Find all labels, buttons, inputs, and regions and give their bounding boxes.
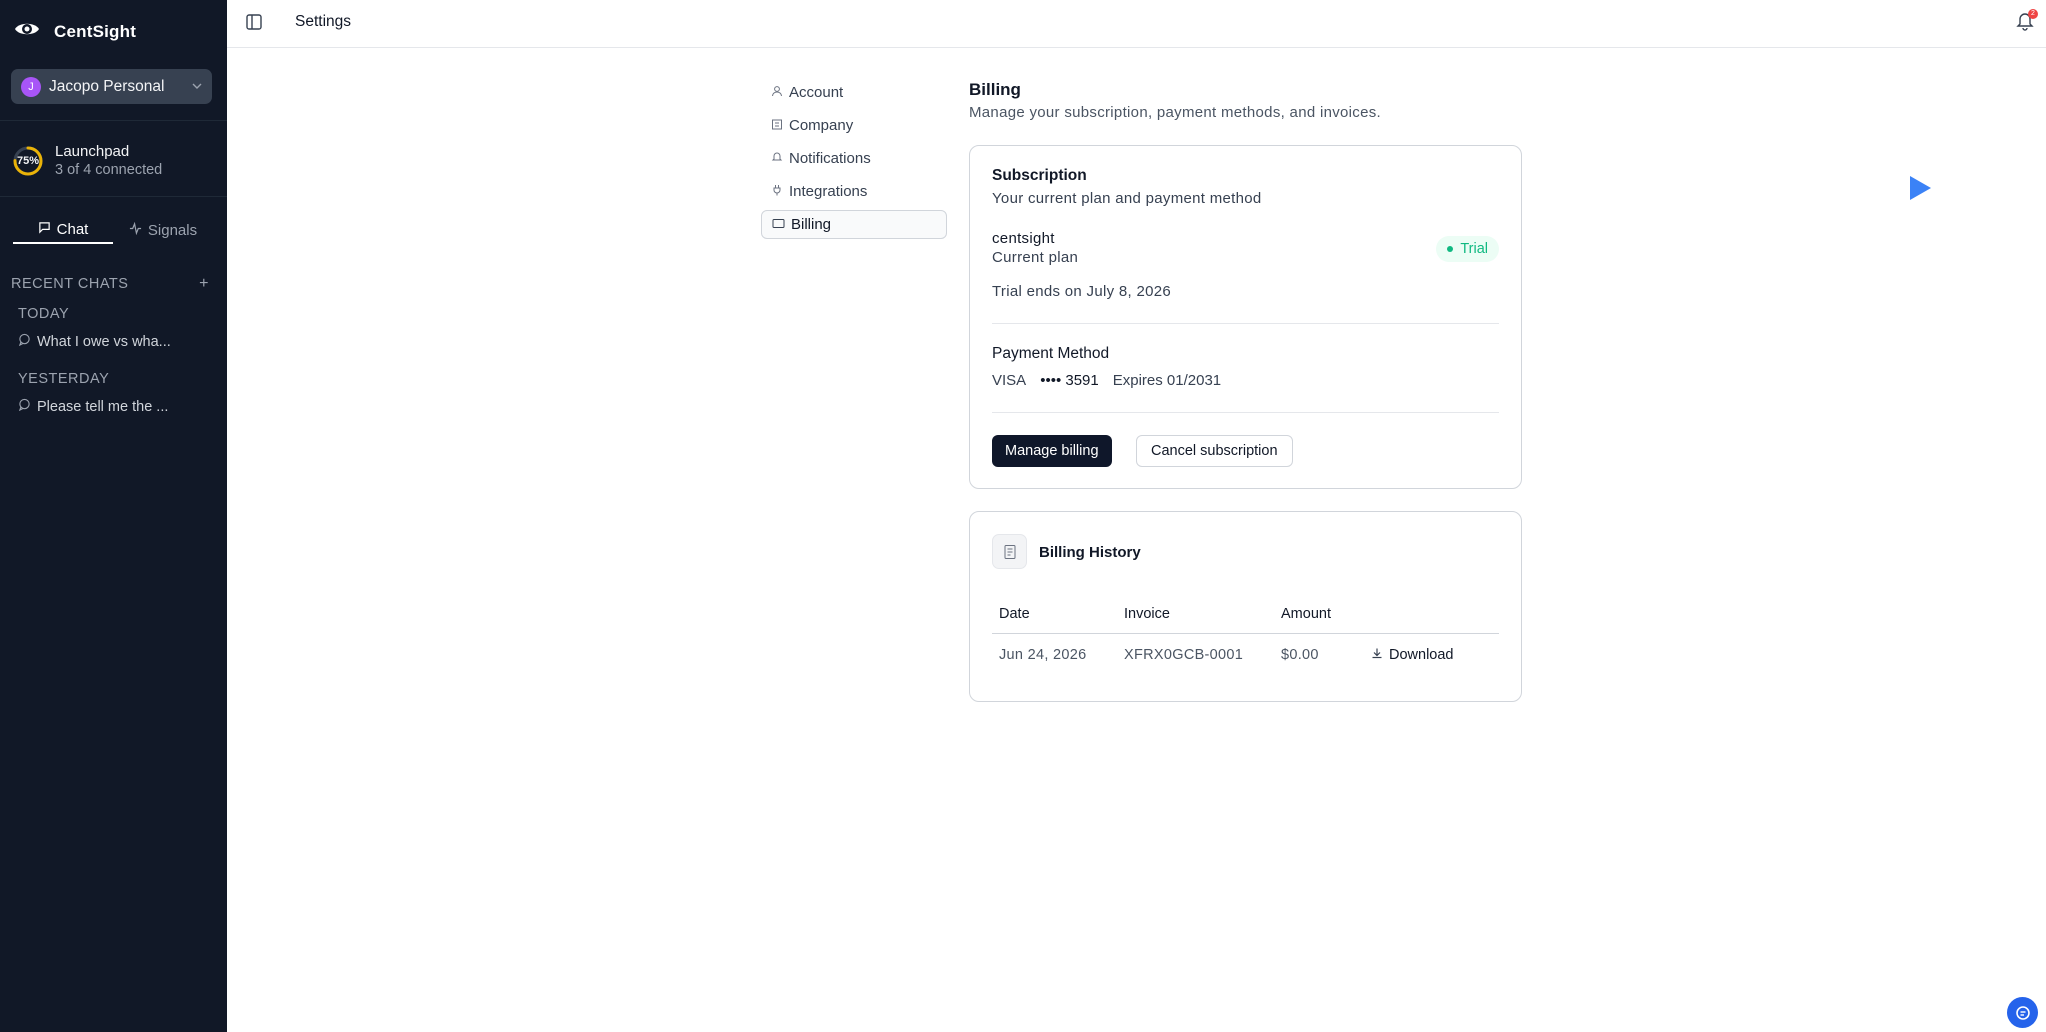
invoice-number: XFRX0GCB-0001 [1124, 647, 1244, 663]
settings-nav-label: Company [789, 117, 854, 134]
sidebar-divider [0, 120, 227, 121]
download-icon [1371, 647, 1383, 663]
settings-nav-label: Notifications [789, 150, 871, 167]
launchpad-progress-ring: 75% [12, 145, 44, 177]
subscription-card: Subscription Your current plan and payme… [969, 145, 1522, 489]
sidebar-divider [0, 196, 227, 197]
new-chat-plus-icon[interactable]: + [199, 275, 209, 293]
cancel-subscription-button[interactable]: Cancel subscription [1136, 435, 1293, 467]
launchpad-subtitle: 3 of 4 connected [55, 162, 163, 178]
settings-nav-label: Integrations [789, 183, 868, 200]
download-label: Download [1389, 647, 1454, 663]
topbar: Settings 2 [227, 0, 2046, 48]
play-icon[interactable] [1907, 174, 1933, 207]
notifications-bell-icon[interactable]: 2 [2016, 9, 2038, 33]
subscription-subtitle: Your current plan and payment method [992, 190, 1262, 207]
chat-group-label: TODAY [18, 306, 70, 322]
recent-chats-label: RECENT CHATS [11, 276, 129, 292]
billing-subtitle: Manage your subscription, payment method… [969, 104, 1382, 121]
tab-chat[interactable]: Chat [13, 216, 113, 244]
manage-billing-button[interactable]: Manage billing [992, 435, 1112, 467]
table-header-divider [992, 633, 1499, 634]
settings-nav-account[interactable]: Account [761, 78, 947, 107]
workspace-switcher[interactable]: J Jacopo Personal [11, 69, 212, 104]
plug-icon [771, 183, 783, 200]
card-brand: VISA [992, 372, 1027, 389]
billing-history-card: Billing History Date Invoice Amount Jun … [969, 511, 1522, 702]
column-header-invoice: Invoice [1124, 606, 1170, 622]
chat-bubble-icon [38, 221, 51, 238]
trial-status-badge: Trial [1436, 236, 1499, 262]
payment-method-row: VISA •••• 3591 Expires 01/2031 [992, 372, 1221, 389]
plan-name: centsight [992, 230, 1055, 247]
card-number-masked: •••• 3591 [1040, 372, 1099, 389]
bell-icon [771, 150, 783, 167]
trial-end-date: Trial ends on July 8, 2026 [992, 283, 1172, 300]
recent-chats-header: RECENT CHATS + [11, 275, 209, 293]
settings-nav-notifications[interactable]: Notifications [761, 144, 947, 173]
trial-badge-label: Trial [1460, 241, 1488, 257]
activity-icon [129, 221, 142, 239]
chevron-down-icon [192, 81, 202, 92]
page-title: Settings [295, 13, 352, 30]
chat-title: What I owe vs wha... [37, 333, 171, 350]
billing-history-title: Billing History [1039, 544, 1141, 561]
settings-nav-integrations[interactable]: Integrations [761, 177, 947, 206]
user-icon [771, 84, 783, 101]
plan-label: Current plan [992, 249, 1079, 266]
tab-signals-label: Signals [147, 221, 198, 239]
chat-title: Please tell me the ... [37, 398, 169, 415]
chat-bubble-icon [18, 398, 31, 415]
download-invoice-link[interactable]: Download [1371, 647, 1454, 663]
column-header-date: Date [999, 606, 1030, 622]
receipt-icon [992, 534, 1027, 569]
launchpad-title: Launchpad [55, 143, 130, 160]
divider [992, 323, 1499, 324]
brand-name: CentSight [54, 21, 137, 41]
brand[interactable]: CentSight [14, 20, 136, 43]
launchpad-percent: 75% [16, 154, 40, 167]
credit-card-icon [772, 216, 785, 233]
settings-nav-billing[interactable]: Billing [761, 210, 947, 239]
chat-group-label: YESTERDAY [18, 371, 110, 387]
launchpad[interactable]: 75% Launchpad 3 of 4 connected [12, 143, 162, 178]
chat-bubble-icon [18, 333, 31, 350]
chat-list-item[interactable]: What I owe vs wha... [18, 333, 188, 350]
invoice-amount: $0.00 [1281, 647, 1319, 663]
sidebar-tabs: Chat Signals [13, 216, 213, 244]
divider [992, 412, 1499, 413]
settings-nav-label: Billing [791, 216, 832, 233]
building-icon [771, 117, 783, 134]
billing-title: Billing [969, 80, 1021, 99]
settings-nav-label: Account [789, 84, 844, 101]
eye-logo-icon [14, 20, 40, 43]
column-header-amount: Amount [1281, 606, 1331, 622]
sidebar: CentSight J Jacopo Personal 75% Launchpa… [0, 0, 227, 1032]
card-expiry: Expires 01/2031 [1112, 372, 1222, 389]
notification-badge: 2 [2028, 9, 2038, 19]
help-chat-icon[interactable] [2007, 997, 2038, 1028]
settings-nav: Account Company Notifications Integratio… [761, 78, 947, 243]
sidebar-toggle-icon[interactable] [245, 13, 263, 31]
payment-method-title: Payment Method [992, 345, 1110, 362]
settings-nav-company[interactable]: Company [761, 111, 947, 140]
invoice-date: Jun 24, 2026 [999, 647, 1087, 663]
workspace-name: Jacopo Personal [49, 77, 165, 95]
chat-list-item[interactable]: Please tell me the ... [18, 398, 188, 415]
subscription-title: Subscription [992, 167, 1087, 184]
tab-chat-label: Chat [56, 220, 89, 238]
tab-signals[interactable]: Signals [113, 216, 213, 244]
status-dot-icon [1447, 246, 1454, 252]
workspace-avatar: J [21, 76, 41, 97]
